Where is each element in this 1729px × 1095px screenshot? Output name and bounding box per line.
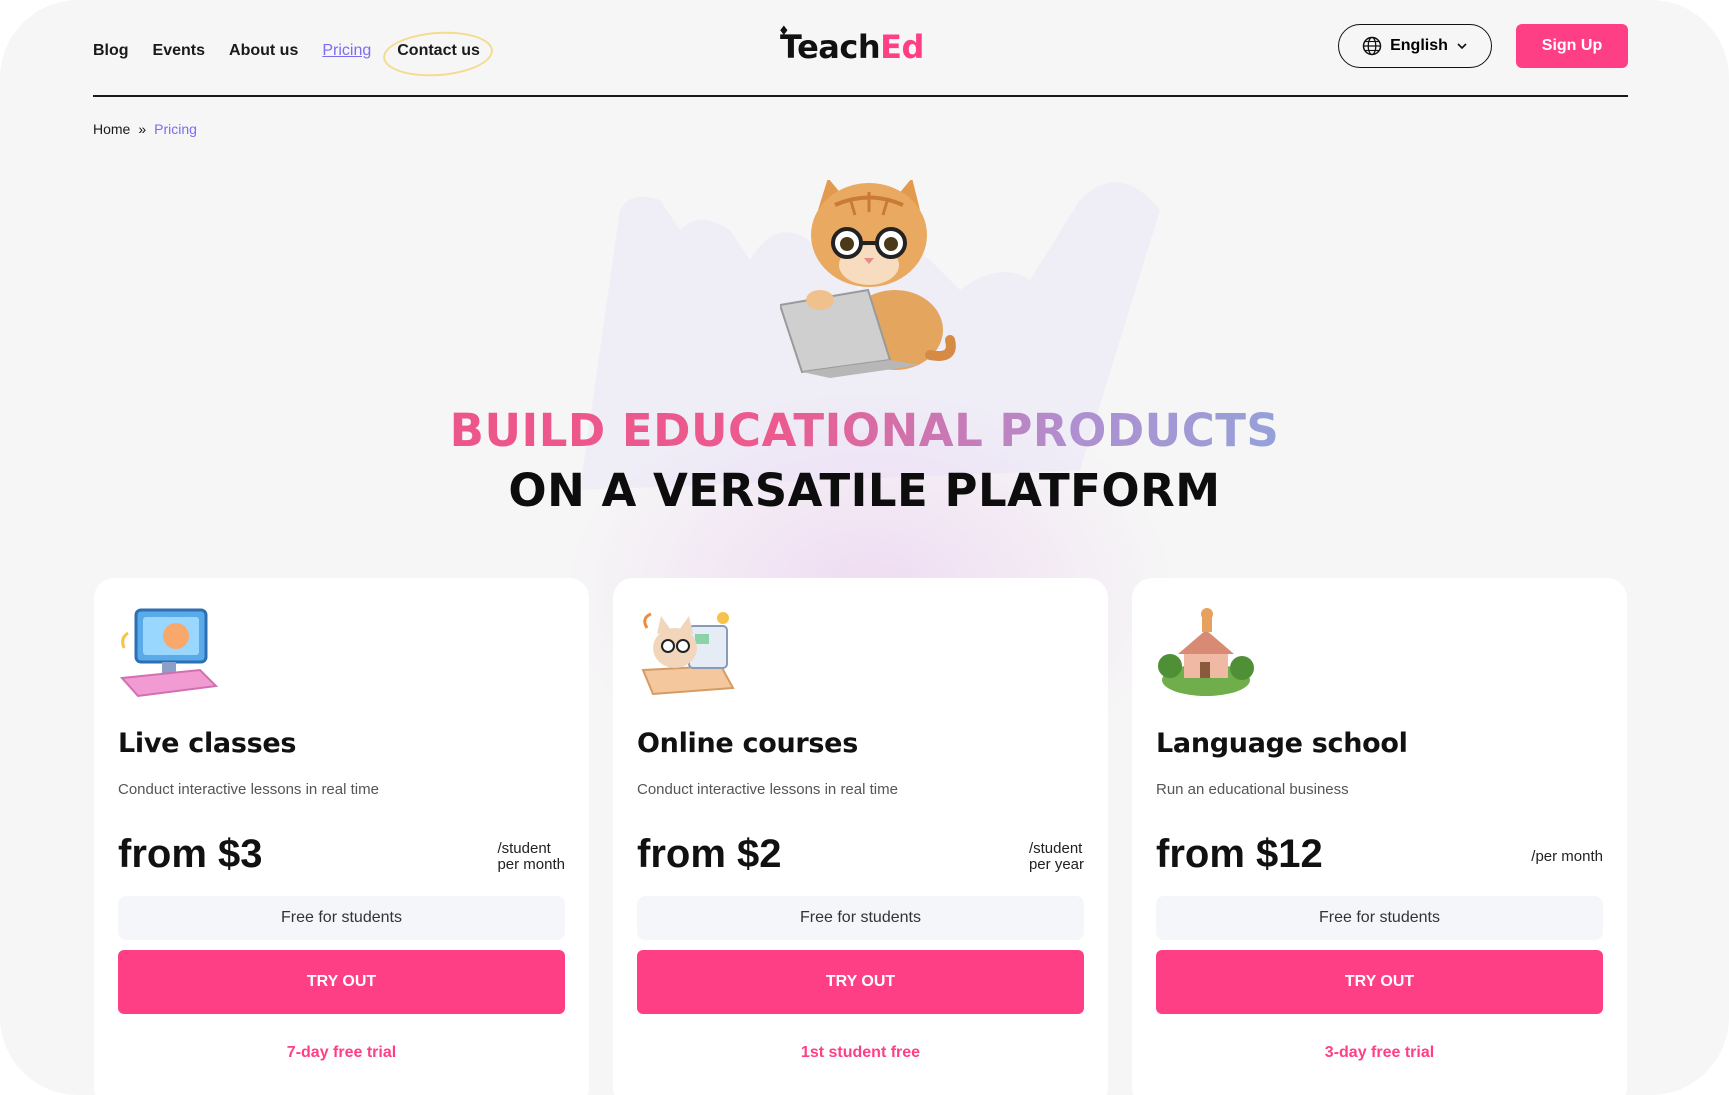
try-out-button[interactable]: TRY OUT — [1156, 950, 1603, 1014]
free-trial-link[interactable]: 7-day free trial — [94, 1044, 589, 1062]
pricing-card-online-courses: Online courses Conduct interactive lesso… — [613, 578, 1108, 1095]
school-house-illustration-icon — [1158, 608, 1254, 696]
free-for-students-badge: Free for students — [1156, 896, 1603, 940]
free-for-students-badge: Free for students — [637, 896, 1084, 940]
card-price: from $12 — [1156, 832, 1323, 876]
hero-title-line2: ON A VERSATILE PLATFORM — [508, 464, 1221, 517]
language-label: English — [1390, 37, 1448, 54]
breadcrumb-current: Pricing — [154, 121, 197, 137]
breadcrumb-separator: » — [138, 121, 147, 137]
cat-with-laptop-illustration — [780, 180, 956, 378]
globe-icon — [1362, 36, 1382, 56]
try-out-button[interactable]: TRY OUT — [637, 950, 1084, 1014]
top-nav: Blog Events About us Pricing Contact us — [93, 28, 495, 80]
chevron-down-icon — [1457, 43, 1467, 50]
try-out-button[interactable]: TRY OUT — [118, 950, 565, 1014]
nav-about-us[interactable]: About us — [229, 42, 298, 60]
contact-highlight-ring — [381, 28, 495, 80]
breadcrumb: Home » Pricing — [93, 121, 197, 137]
computer-illustration-icon — [119, 608, 218, 698]
nav-blog[interactable]: Blog — [93, 42, 129, 60]
page-frame: Blog Events About us Pricing Contact us … — [0, 0, 1729, 1095]
logo-text-teach: Teach — [780, 28, 881, 66]
card-title: Live classes — [118, 728, 297, 759]
free-trial-link[interactable]: 1st student free — [613, 1044, 1108, 1062]
sign-up-button[interactable]: Sign Up — [1516, 24, 1628, 68]
language-selector[interactable]: English — [1338, 24, 1492, 68]
pricing-card-language-school: Language school Run an educational busin… — [1132, 578, 1627, 1095]
nav-pricing[interactable]: Pricing — [322, 42, 371, 60]
cat-laptop-illustration-icon — [641, 612, 735, 696]
logo-bow-icon: ♦ — [778, 24, 790, 39]
card-price: from $3 — [118, 832, 263, 876]
card-description: Conduct interactive lessons in real time — [118, 781, 379, 798]
free-trial-link[interactable]: 3-day free trial — [1132, 1044, 1627, 1062]
logo[interactable]: ♦ TeachEd — [778, 24, 924, 66]
card-price-unit: /student per year — [1028, 840, 1084, 873]
nav-events[interactable]: Events — [153, 42, 205, 60]
card-price: from $2 — [637, 832, 782, 876]
card-description: Conduct interactive lessons in real time — [637, 781, 898, 798]
logo-text-ed: Ed — [880, 28, 924, 66]
header-divider — [93, 95, 1628, 97]
hero-title-line1: BUILD EDUCATIONAL PRODUCTS — [0, 404, 1729, 457]
pricing-card-live-classes: Live classes Conduct interactive lessons… — [94, 578, 589, 1095]
nav-contact-wrapper: Contact us — [381, 28, 495, 80]
card-price-unit: /per month — [1531, 848, 1603, 865]
card-price-unit: /student per month — [497, 840, 565, 873]
card-description: Run an educational business — [1156, 781, 1349, 798]
card-title: Language school — [1156, 728, 1408, 759]
free-for-students-badge: Free for students — [118, 896, 565, 940]
card-title: Online courses — [637, 728, 858, 759]
breadcrumb-home[interactable]: Home — [93, 121, 130, 137]
